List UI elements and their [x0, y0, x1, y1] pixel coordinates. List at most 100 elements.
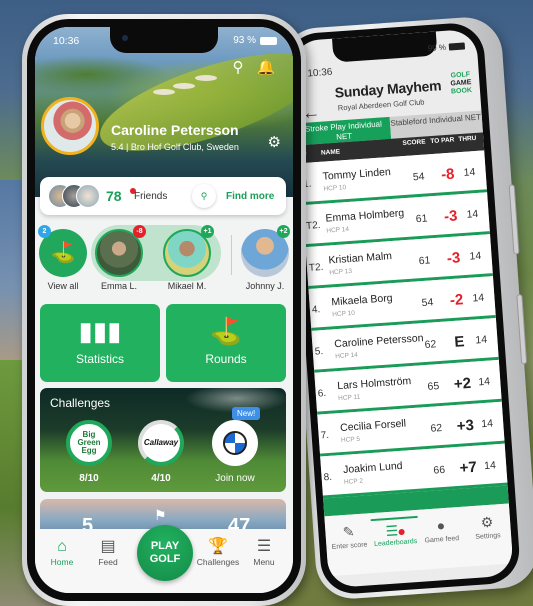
player-to-par: -2: [449, 291, 464, 310]
col-to-par: TO PAR: [430, 136, 455, 146]
player-thru: 14: [466, 207, 479, 221]
player-position: 5.: [314, 346, 324, 358]
home-icon: ⌂: [57, 538, 67, 555]
feed-icon: ▤: [100, 538, 116, 555]
player-position: T2.: [305, 219, 321, 232]
bunker: [195, 75, 217, 81]
golf-club-ball-icon: ⛳: [209, 316, 243, 346]
player-to-par: -8: [440, 165, 456, 184]
player-score: 61: [415, 212, 428, 226]
player-to-par: +2: [453, 374, 472, 394]
player-thru: 14: [477, 375, 491, 389]
nav-label: Feed: [98, 557, 118, 567]
story-badge: +1: [201, 225, 214, 238]
stories-divider: [231, 235, 232, 275]
brand-logo: Callaway: [143, 438, 179, 447]
game-title: Sunday Mayhem: [334, 77, 442, 101]
nav-label: Game feed: [424, 535, 460, 545]
gear-icon[interactable]: ⚙: [268, 133, 281, 151]
play-golf-button[interactable]: PLAY GOLF: [137, 525, 193, 581]
challenge-big-green-egg[interactable]: Big Green Egg: [66, 420, 112, 466]
status-battery: 99 %: [427, 41, 466, 53]
nav-leaderboards[interactable]: ☰ Leaderboards: [370, 515, 421, 573]
search-icon[interactable]: ⚲: [227, 57, 249, 79]
nav-label: Challenges: [196, 557, 240, 567]
player-handicap: HCP 10: [332, 309, 356, 319]
player-name: Emma Holmberg: [325, 207, 405, 225]
player-position: 4.: [311, 304, 321, 316]
statistics-tile[interactable]: ▮▮▮ Statistics: [40, 304, 160, 382]
notification-dot: [398, 528, 405, 536]
player-score: 62: [424, 338, 437, 351]
player-handicap: HCP 11: [337, 393, 361, 403]
col-thru: THRU: [458, 134, 477, 144]
golfer-icon: ⛳: [50, 242, 76, 264]
tile-label: Rounds: [205, 352, 247, 366]
player-name: Lars Holmström: [336, 375, 412, 393]
story-badge: +2: [277, 225, 290, 238]
nav-challenges[interactable]: 🏆 Challenges: [193, 537, 243, 567]
friends-label: Friends: [134, 191, 168, 202]
status-time: 10:36: [53, 35, 80, 47]
nav-home[interactable]: ⌂ Home: [37, 537, 87, 567]
player-score: 66: [432, 463, 446, 477]
nav-menu[interactable]: ☰ Menu: [239, 537, 289, 567]
battery-icon: [260, 36, 277, 45]
challenges-card[interactable]: Challenges Big Green Egg 8/10 Callaway 4…: [40, 388, 286, 492]
col-score: SCORE: [402, 138, 426, 148]
leaderboard-screen: 10:36 99 % ← Sunday Mayhem Royal Aberdee…: [291, 28, 514, 589]
nav-enter-score[interactable]: ✎ Enter score: [325, 519, 375, 576]
story-label: Emma L.: [100, 281, 137, 291]
player-handicap: HCP 10: [323, 184, 347, 193]
challenges-title: Challenges: [50, 396, 111, 410]
player-thru: 14: [463, 166, 476, 179]
logo-line: BOOK: [450, 87, 473, 96]
player-name: Mikaela Borg: [331, 292, 393, 309]
leaderboard-table: 1. Tommy Linden HCP 10 54 -8 14 T2. Emma Holmbe…: [299, 150, 508, 499]
player-position: T2.: [308, 261, 324, 274]
battery-icon: [448, 42, 466, 51]
challenge-bmw[interactable]: [212, 420, 258, 466]
game-bottom-nav: ✎ Enter score ☰ Leaderboards ● Game feed ⚙ S…: [324, 503, 514, 577]
friend-avatar: [76, 184, 100, 208]
player-handicap: HCP 13: [329, 267, 353, 277]
player-thru: 14: [472, 291, 485, 305]
col-name: NAME: [320, 148, 341, 157]
bell-icon[interactable]: 🔔: [255, 57, 277, 79]
notch: [110, 27, 218, 53]
friend-stories: ⛳ 2 View all -8 Emma L. +1 Mikael M. +2 …: [35, 223, 293, 295]
nav-settings[interactable]: ⚙ Settings: [463, 509, 513, 566]
player-to-par: +3: [456, 416, 475, 435]
status-battery: 93 %: [233, 35, 277, 46]
player-score: 62: [430, 421, 443, 435]
nav-game-feed[interactable]: ● Game feed: [417, 513, 467, 570]
find-more-link[interactable]: Find more: [226, 191, 274, 202]
story-label: Mikael M.: [167, 281, 207, 291]
home-screen: 10:36 93 % ⚲ 🔔 Caroline Petersson 5.4 | …: [35, 27, 293, 593]
player-position: 7.: [320, 429, 330, 442]
story-label: View all: [47, 281, 79, 291]
bunker: [173, 83, 195, 89]
golf-gamebook-logo: GOLF GAME BOOK: [450, 71, 473, 96]
rounds-tile[interactable]: ⛳ Rounds: [166, 304, 286, 382]
player-score: 65: [427, 380, 440, 393]
nav-label: Enter score: [331, 541, 368, 551]
story-badge: 2: [38, 225, 51, 238]
friends-card[interactable]: 78 Friends ⚲ Find more: [40, 177, 286, 215]
bunker: [153, 89, 175, 95]
player-score: 54: [421, 296, 434, 310]
search-icon[interactable]: ⚲: [192, 184, 216, 208]
nav-feed[interactable]: ▤ Feed: [83, 537, 133, 567]
nav-label: Menu: [253, 557, 275, 567]
challenge-progress: 8/10: [79, 473, 99, 484]
tile-label: Statistics: [75, 352, 124, 366]
player-thru: 14: [483, 459, 497, 473]
player-score: 61: [418, 254, 431, 268]
player-thru: 14: [469, 249, 482, 263]
join-now-link[interactable]: Join now: [205, 473, 265, 484]
player-to-par: +7: [459, 458, 478, 477]
profile-avatar[interactable]: [41, 97, 99, 155]
challenge-callaway[interactable]: Callaway: [138, 420, 184, 466]
story-label: Johnny J.: [245, 281, 285, 291]
player-name: Kristian Malm: [328, 250, 393, 267]
